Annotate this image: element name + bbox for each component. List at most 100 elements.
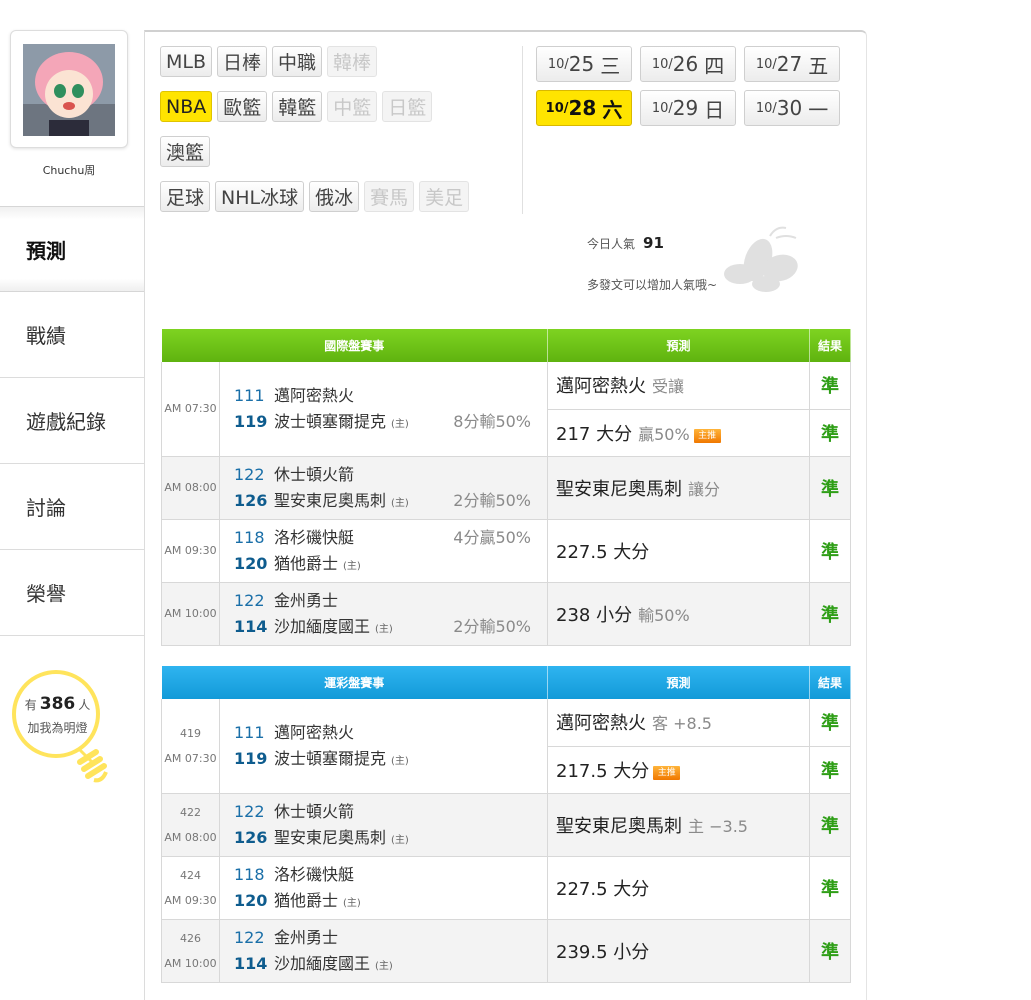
- team-line: 122 休士頓火箭: [234, 462, 547, 488]
- game-code: 422: [180, 805, 201, 819]
- game-time: AM 09:30: [164, 544, 217, 557]
- prediction-main: 聖安東尼奧馬刺: [556, 815, 683, 837]
- intl-games-table: 國際盤賽事 預測 結果 AM 07:30 111 邁阿密熱火 119 波士頓塞爾提克 (主…: [161, 329, 852, 646]
- fan-count-number: 386: [39, 694, 76, 714]
- sport-tab: 日籃: [382, 91, 433, 122]
- prediction-detail: 主 −3.5: [688, 816, 748, 836]
- team-name[interactable]: 休士頓火箭: [274, 462, 354, 488]
- date-tabs: 10/25 三 10/26 四 10/27 五 10/28 六 10/29 日 10/30 一: [536, 46, 848, 134]
- team-name[interactable]: 洛杉磯快艇: [274, 862, 354, 888]
- date-tab[interactable]: 10/29 日: [640, 90, 736, 126]
- nav-item-label: 榮譽: [26, 582, 66, 606]
- prediction-cell: 227.5 大分: [547, 519, 811, 583]
- date-tab[interactable]: 10/25 三: [536, 46, 632, 82]
- team-line: 114 沙加緬度國王 (主): [234, 951, 547, 977]
- game-time: AM 08:00: [164, 830, 217, 844]
- team-number: 126: [234, 490, 268, 510]
- sport-tab[interactable]: 歐籃: [217, 91, 268, 122]
- table-row: 424 AM 09:30 118 洛杉磯快艇 120 猶他爵士 (主) 227.5 大分 準: [161, 856, 852, 920]
- prediction-cell: 238 小分 輸50%: [547, 582, 811, 646]
- popularity-hint: 多發文可以增加人氣哦~: [587, 278, 718, 292]
- prediction-main: 227.5 大分: [556, 878, 650, 900]
- table-row: AM 08:00 122 休士頓火箭 126 聖安東尼奧馬刺 (主) 2分輸50% 聖安東尼奧…: [161, 456, 852, 520]
- prediction-main: 227.5 大分: [556, 541, 650, 563]
- team-name[interactable]: 沙加緬度國王: [274, 614, 370, 640]
- table-row: 426 AM 10:00 122 金州勇士 114 沙加緬度國王 (主) 239.5 小分 準: [161, 919, 852, 983]
- sport-tab[interactable]: 韓籃: [272, 91, 323, 122]
- game-code: 424: [180, 868, 201, 882]
- col-header-result: 結果: [809, 329, 852, 362]
- nav-item-label: 預測: [26, 238, 66, 263]
- matchup-cell: 122 金州勇士 114 沙加緬度國王 (主) 2分輸50%: [219, 582, 549, 646]
- sport-tab[interactable]: 澳籃: [160, 136, 211, 167]
- sport-tab[interactable]: 俄冰: [309, 181, 360, 212]
- date-weekday: 四: [704, 53, 725, 78]
- sport-tab-row: 澳籃: [160, 136, 516, 168]
- handicap-result: 2分輸50%: [453, 616, 532, 636]
- team-name[interactable]: 金州勇士: [274, 925, 338, 951]
- avatar[interactable]: [23, 44, 115, 136]
- nav-item-record[interactable]: 戰績: [0, 292, 144, 378]
- date-tab[interactable]: 10/28 六: [536, 90, 632, 126]
- team-name[interactable]: 邁阿密熱火: [274, 720, 354, 746]
- nav-item-label: 遊戲紀錄: [26, 410, 106, 434]
- team-number: 114: [234, 953, 268, 973]
- matchup-cell: 118 洛杉磯快艇 120 猶他爵士 (主): [219, 856, 549, 920]
- date-day: 30: [776, 96, 803, 120]
- home-mark: (主): [391, 497, 409, 509]
- date-month: 10/: [545, 100, 569, 116]
- team-name[interactable]: 波士頓塞爾提克: [274, 746, 386, 772]
- team-line: 122 金州勇士: [234, 588, 547, 614]
- date-day: 26: [672, 52, 699, 76]
- sport-tab[interactable]: 日棒: [217, 46, 268, 77]
- sport-tab-row: MLB 日棒 中職 韓棒: [160, 46, 516, 78]
- prediction-detail: 贏50%: [638, 424, 690, 444]
- nav-item-prediction[interactable]: 預測: [0, 206, 144, 292]
- team-name[interactable]: 聖安東尼奧馬刺: [274, 488, 386, 514]
- date-tab[interactable]: 10/30 一: [744, 90, 840, 126]
- nav-item-game-log[interactable]: 遊戲紀錄: [0, 378, 144, 464]
- date-tab[interactable]: 10/27 五: [744, 46, 840, 82]
- prediction-detail: 受讓: [652, 377, 685, 397]
- sport-tab[interactable]: MLB: [160, 46, 213, 77]
- team-line: 119 波士頓塞爾提克 (主): [234, 746, 547, 772]
- prediction-detail: 讓分: [688, 479, 721, 499]
- prediction-main: 217 大分: [556, 423, 633, 445]
- prediction-cell: 217 大分 贏50% 主推: [547, 409, 811, 457]
- nav-item-honor[interactable]: 榮譽: [0, 550, 144, 636]
- result-cell: 準: [809, 409, 852, 457]
- team-name[interactable]: 邁阿密熱火: [274, 383, 354, 409]
- team-number: 111: [234, 385, 265, 405]
- team-name[interactable]: 波士頓塞爾提克: [274, 409, 386, 435]
- fan-count-prefix: 有: [24, 698, 37, 712]
- sport-tab[interactable]: NBA: [160, 91, 213, 122]
- team-number: 118: [234, 864, 265, 884]
- team-number: 118: [234, 527, 265, 547]
- sport-tab[interactable]: 中職: [272, 46, 323, 77]
- team-name[interactable]: 洛杉磯快艇: [274, 525, 354, 551]
- team-name[interactable]: 猶他爵士: [274, 888, 338, 914]
- prediction-detail: 客 +8.5: [652, 714, 712, 734]
- sport-tab[interactable]: 足球: [160, 181, 211, 212]
- team-name[interactable]: 聖安東尼奧馬刺: [274, 825, 386, 851]
- prediction-cell: 邁阿密熱火 受讓: [547, 362, 811, 410]
- game-time-cell: 422 AM 08:00: [161, 793, 220, 857]
- sport-tab[interactable]: NHL冰球: [215, 181, 305, 212]
- date-tab[interactable]: 10/26 四: [640, 46, 736, 82]
- date-weekday: 日: [704, 97, 725, 122]
- sport-tab: 韓棒: [327, 46, 378, 77]
- game-time-cell: AM 08:00: [161, 456, 220, 520]
- username[interactable]: Chuchu周: [10, 162, 128, 178]
- team-name[interactable]: 沙加緬度國王: [274, 951, 370, 977]
- team-line: 111 邁阿密熱火: [234, 720, 547, 746]
- col-header-prediction: 預測: [547, 666, 811, 699]
- team-name[interactable]: 猶他爵士: [274, 551, 338, 577]
- team-name[interactable]: 金州勇士: [274, 588, 338, 614]
- prediction-main: 217.5 大分: [556, 760, 650, 782]
- team-name[interactable]: 休士頓火箭: [274, 799, 354, 825]
- avatar-card[interactable]: [10, 30, 128, 148]
- prediction-cell: 聖安東尼奧馬刺主 −3.5: [547, 793, 811, 857]
- follow-text[interactable]: 加我為明燈: [10, 719, 105, 736]
- nav-item-discussion[interactable]: 討論: [0, 464, 144, 550]
- prediction-main: 238 小分: [556, 604, 633, 626]
